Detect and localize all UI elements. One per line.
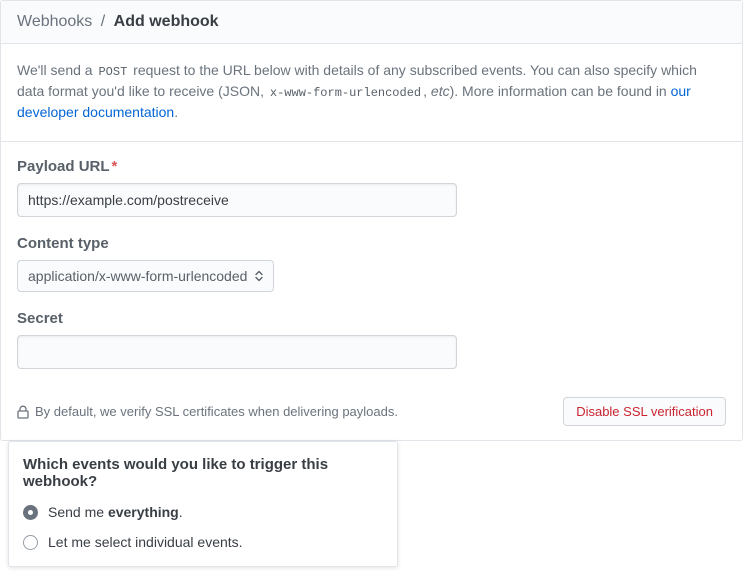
radio-select-events[interactable]: Let me select individual events. <box>23 534 383 550</box>
payload-url-group: Payload URL* <box>17 158 726 217</box>
breadcrumb: Webhooks / Add webhook <box>1 1 742 44</box>
events-title: Which events would you like to trigger t… <box>23 456 383 490</box>
disable-ssl-button[interactable]: Disable SSL verification <box>563 397 726 426</box>
ssl-note: By default, we verify SSL certificates w… <box>17 404 398 419</box>
lock-icon <box>17 405 29 419</box>
content-type-value: application/x-www-form-urlencoded <box>28 268 247 284</box>
radio-label: Send me everything. <box>48 504 183 520</box>
secret-group: Secret <box>17 310 726 369</box>
required-mark: * <box>110 158 118 175</box>
radio-everything[interactable]: Send me everything. <box>23 504 383 520</box>
radio-icon <box>23 505 38 520</box>
breadcrumb-sep: / <box>97 13 109 30</box>
breadcrumb-current: Add webhook <box>114 13 219 30</box>
content-type-label: Content type <box>17 235 726 252</box>
intro-text: We'll send a POST request to the URL bel… <box>1 44 742 142</box>
radio-icon <box>23 535 38 550</box>
secret-input[interactable] <box>17 335 457 369</box>
content-type-select[interactable]: application/x-www-form-urlencoded <box>17 260 274 292</box>
content-type-group: Content type application/x-www-form-urle… <box>17 235 726 292</box>
select-arrows-icon <box>255 270 263 282</box>
add-webhook-panel: Webhooks / Add webhook We'll send a POST… <box>0 0 743 441</box>
breadcrumb-parent[interactable]: Webhooks <box>17 13 92 30</box>
code-urlencoded: x-www-form-urlencoded <box>268 86 423 100</box>
form: Payload URL* Content type application/x-… <box>1 142 742 369</box>
ssl-row: By default, we verify SSL certificates w… <box>1 387 742 440</box>
payload-url-input[interactable] <box>17 183 457 217</box>
radio-label: Let me select individual events. <box>48 534 243 550</box>
secret-label: Secret <box>17 310 726 327</box>
events-card: Which events would you like to trigger t… <box>8 441 398 567</box>
payload-url-label: Payload URL* <box>17 158 726 175</box>
code-post: POST <box>96 65 129 79</box>
